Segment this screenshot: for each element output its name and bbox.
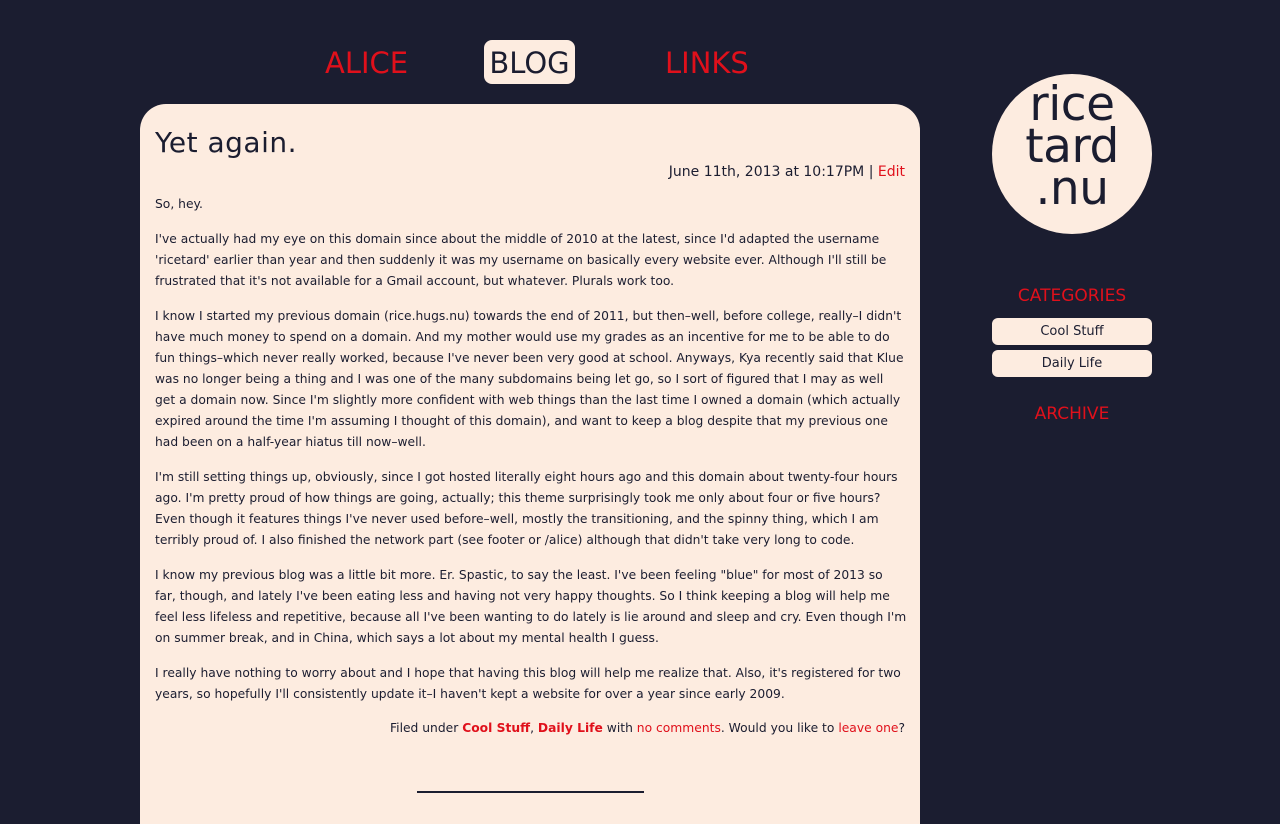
divider (417, 791, 644, 793)
post-date: June 11th, 2013 at 10:17PM (668, 164, 865, 180)
logo-line: .nu (1035, 161, 1109, 216)
edit-link[interactable]: Edit (878, 164, 905, 180)
category-link-cool-stuff[interactable]: Cool Stuff (462, 721, 530, 735)
sidebar-category-daily-life[interactable]: Daily Life (992, 350, 1152, 377)
sidebar-category-cool-stuff[interactable]: Cool Stuff (992, 318, 1152, 345)
post-paragraph: So, hey. (155, 197, 203, 211)
filed-under-text: Filed under (389, 721, 463, 735)
post-title: Yet again. (155, 126, 298, 159)
post-paragraph: I know I started my previous domain (ric… (155, 309, 904, 449)
nav-links-link[interactable]: LINKS (665, 40, 749, 84)
post-meta: June 11th, 2013 at 10:17PM | Edit (669, 164, 905, 180)
site-logo[interactable]: rice tard .nu (992, 74, 1152, 234)
category-separator: , (530, 721, 538, 735)
category-link-daily-life[interactable]: Daily Life (538, 721, 603, 735)
with-text: with (602, 721, 637, 735)
post-paragraph: I know my previous blog was a little bit… (155, 568, 907, 645)
post-paragraph: I really have nothing to worry about and… (155, 666, 901, 701)
blog-post: Yet again. June 11th, 2013 at 10:17PM | … (140, 104, 920, 824)
comments-link[interactable]: no comments (637, 721, 721, 735)
post-paragraph: I've actually had my eye on this domain … (155, 232, 887, 288)
archive-link[interactable]: ARCHIVE (992, 404, 1152, 424)
question-mark: ? (898, 721, 905, 735)
categories-heading: CATEGORIES (1017, 286, 1127, 306)
meta-separator: | (868, 164, 874, 180)
nav-blog-link[interactable]: BLOG (484, 40, 575, 84)
post-body: So, hey. I've actually had my eye on thi… (155, 194, 907, 719)
nav-alice-link[interactable]: ALICE (325, 40, 408, 84)
leave-comment-link[interactable]: leave one (838, 721, 898, 735)
question-text: . Would you like to (720, 721, 839, 735)
post-footer: Filed under Cool Stuff, Daily Life with … (390, 721, 905, 735)
post-paragraph: I'm still setting things up, obviously, … (155, 470, 898, 547)
